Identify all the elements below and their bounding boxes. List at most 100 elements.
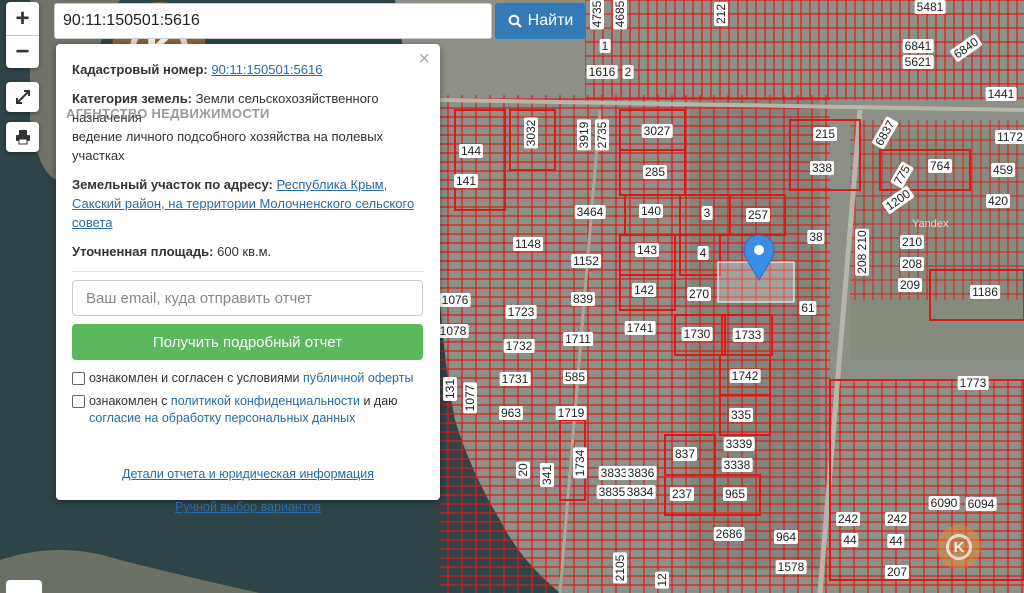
parcel-number-label[interactable]: 257 [745, 208, 771, 222]
parcel-number-label[interactable]: 1186 [970, 285, 1000, 299]
parcel-number-label[interactable]: 1719 [555, 406, 587, 420]
parcel-number-label[interactable]: 38 [807, 230, 825, 244]
close-icon[interactable]: × [418, 49, 430, 69]
parcel-number-label[interactable]: 1078 [437, 324, 469, 338]
parcel-number-label[interactable]: 1578 [775, 560, 807, 574]
parcel-number-label[interactable]: 140 [638, 204, 664, 218]
parcel-number-label[interactable]: 1076 [439, 293, 471, 307]
parcel-number-label[interactable]: 1723 [505, 305, 537, 319]
parcel-number-label[interactable]: 341 [540, 462, 554, 488]
parcel-number-label[interactable]: 764 [927, 159, 953, 173]
parcel-number-label[interactable]: 1741 [624, 321, 656, 335]
parcel-number-label[interactable]: 1730 [681, 327, 713, 341]
parcel-number-label[interactable]: 5481 [914, 0, 946, 14]
parcel-number-label[interactable]: 44 [887, 534, 905, 548]
parcel-number-label[interactable]: 4735 [590, 0, 604, 30]
parcel-number-label[interactable]: 242 [835, 512, 861, 526]
parcel-number-label[interactable]: 144 [458, 144, 484, 158]
parcel-number-label[interactable]: 2 [622, 65, 634, 79]
parcel-number-label[interactable]: 242 [884, 512, 910, 526]
parcel-number-label[interactable]: 3338 [721, 458, 753, 472]
parcel-number-label[interactable]: 237 [669, 487, 695, 501]
bottom-tool-button[interactable] [6, 580, 42, 593]
parcel-number-label[interactable]: 585 [562, 370, 588, 384]
parcel-number-label[interactable]: 1711 [563, 332, 593, 346]
parcel-number-label[interactable]: 142 [631, 283, 657, 297]
parcel-number-label[interactable]: 12 [655, 571, 669, 589]
get-report-button[interactable]: Получить подробный отчет [72, 324, 423, 360]
parcel-number-label[interactable]: 1077 [463, 382, 477, 414]
parcel-number-label[interactable]: 1734 [573, 447, 587, 479]
parcel-number-label[interactable]: 1 [599, 39, 611, 53]
parcel-number-label[interactable]: 20 [516, 461, 530, 479]
parcel-number-label[interactable]: 212 [714, 1, 728, 27]
parcel-number-label[interactable]: 3834 [624, 485, 656, 499]
parcel-number-label[interactable]: 209 [897, 278, 923, 292]
parcel-number-label[interactable]: 2105 [613, 552, 627, 584]
parcel-number-label[interactable]: 1742 [729, 369, 761, 383]
parcel-number-label[interactable]: 965 [722, 487, 748, 501]
parcel-number-label[interactable]: 459 [990, 163, 1016, 177]
parcel-number-label[interactable]: 61 [799, 301, 817, 315]
parcel-number-label[interactable]: 210 [899, 235, 925, 249]
parcel-number-label[interactable]: 5621 [902, 55, 934, 69]
parcel-number-label[interactable]: 4685 [613, 0, 627, 30]
parcel-number-label[interactable]: 3 [701, 206, 713, 220]
offer-consent-checkbox[interactable] [72, 372, 85, 385]
parcel-number-label[interactable]: 44 [841, 533, 859, 547]
cadastral-number-link[interactable]: 90:11:150501:5616 [211, 62, 322, 77]
parcel-number-label[interactable]: 335 [728, 408, 754, 422]
parcel-number-label[interactable]: 6094 [965, 497, 997, 511]
parcel-number-label[interactable]: 208 210 [855, 228, 869, 276]
zoom-in-button[interactable]: + [6, 2, 39, 35]
parcel-number-label[interactable]: 3835 [596, 485, 628, 499]
parcel-number-label[interactable]: 215 [812, 127, 838, 141]
privacy-policy-link[interactable]: политикой конфиденциальности [171, 394, 360, 408]
parcel-number-label[interactable]: 837 [672, 447, 698, 461]
parcel-number-label[interactable]: 420 [985, 194, 1011, 208]
parcel-number-label[interactable]: 1441 [985, 87, 1017, 101]
email-field[interactable] [72, 280, 423, 316]
parcel-number-label[interactable]: 270 [686, 287, 712, 301]
parcel-number-label[interactable]: 1148 [513, 237, 543, 251]
report-details-link[interactable]: Детали отчета и юридическая информация [72, 465, 424, 484]
parcel-number-label[interactable]: 208 [899, 257, 925, 271]
parcel-number-label[interactable]: 963 [498, 406, 524, 420]
parcel-number-label[interactable]: 839 [570, 292, 596, 306]
search-button[interactable]: Найти [495, 3, 586, 39]
parcel-number-label[interactable]: 1616 [586, 65, 618, 79]
parcel-number-label[interactable]: 141 [453, 174, 479, 188]
parcel-number-label[interactable]: 1152 [571, 254, 601, 268]
print-button[interactable] [6, 122, 39, 152]
parcel-number-label[interactable]: 1732 [503, 339, 535, 353]
search-icon [508, 14, 522, 28]
parcel-number-label[interactable]: 1731 [499, 372, 531, 386]
parcel-number-label[interactable]: 6841 [902, 39, 934, 53]
parcel-number-label[interactable]: 3032 [524, 117, 538, 149]
zoom-out-button[interactable]: − [6, 35, 39, 68]
parcel-number-label[interactable]: 6090 [928, 496, 960, 510]
public-offer-link[interactable]: публичной оферты [303, 371, 413, 385]
privacy-consent-checkbox[interactable] [72, 395, 85, 408]
parcel-number-label[interactable]: 2686 [713, 527, 745, 541]
parcel-number-label[interactable]: 3464 [574, 205, 606, 219]
parcel-number-label[interactable]: 3919 [577, 119, 591, 151]
parcel-number-label[interactable]: 2735 [595, 119, 609, 151]
parcel-number-label[interactable]: 285 [642, 165, 668, 179]
manual-selection-link[interactable]: Ручной выбор вариантов [72, 498, 424, 517]
personal-data-consent-link[interactable]: согласие на обработку персональных данны… [89, 411, 355, 425]
parcel-number-label[interactable]: 964 [773, 530, 799, 544]
parcel-number-label[interactable]: 207 [884, 565, 910, 579]
parcel-number-label[interactable]: 131 [443, 376, 457, 402]
parcel-number-label[interactable]: 1733 [732, 328, 764, 342]
parcel-number-label[interactable]: 3027 [641, 124, 673, 138]
fullscreen-button[interactable] [6, 82, 39, 112]
parcel-number-label[interactable]: 3836 [625, 466, 657, 480]
parcel-number-label[interactable]: 338 [809, 161, 835, 175]
parcel-number-label[interactable]: 143 [634, 243, 660, 257]
parcel-number-label[interactable]: 1773 [957, 376, 989, 390]
cadastral-search-input[interactable] [54, 3, 492, 39]
parcel-number-label[interactable]: 4 [697, 246, 709, 260]
parcel-number-label[interactable]: 3339 [723, 437, 755, 451]
parcel-number-label[interactable]: 1172 [995, 130, 1024, 144]
